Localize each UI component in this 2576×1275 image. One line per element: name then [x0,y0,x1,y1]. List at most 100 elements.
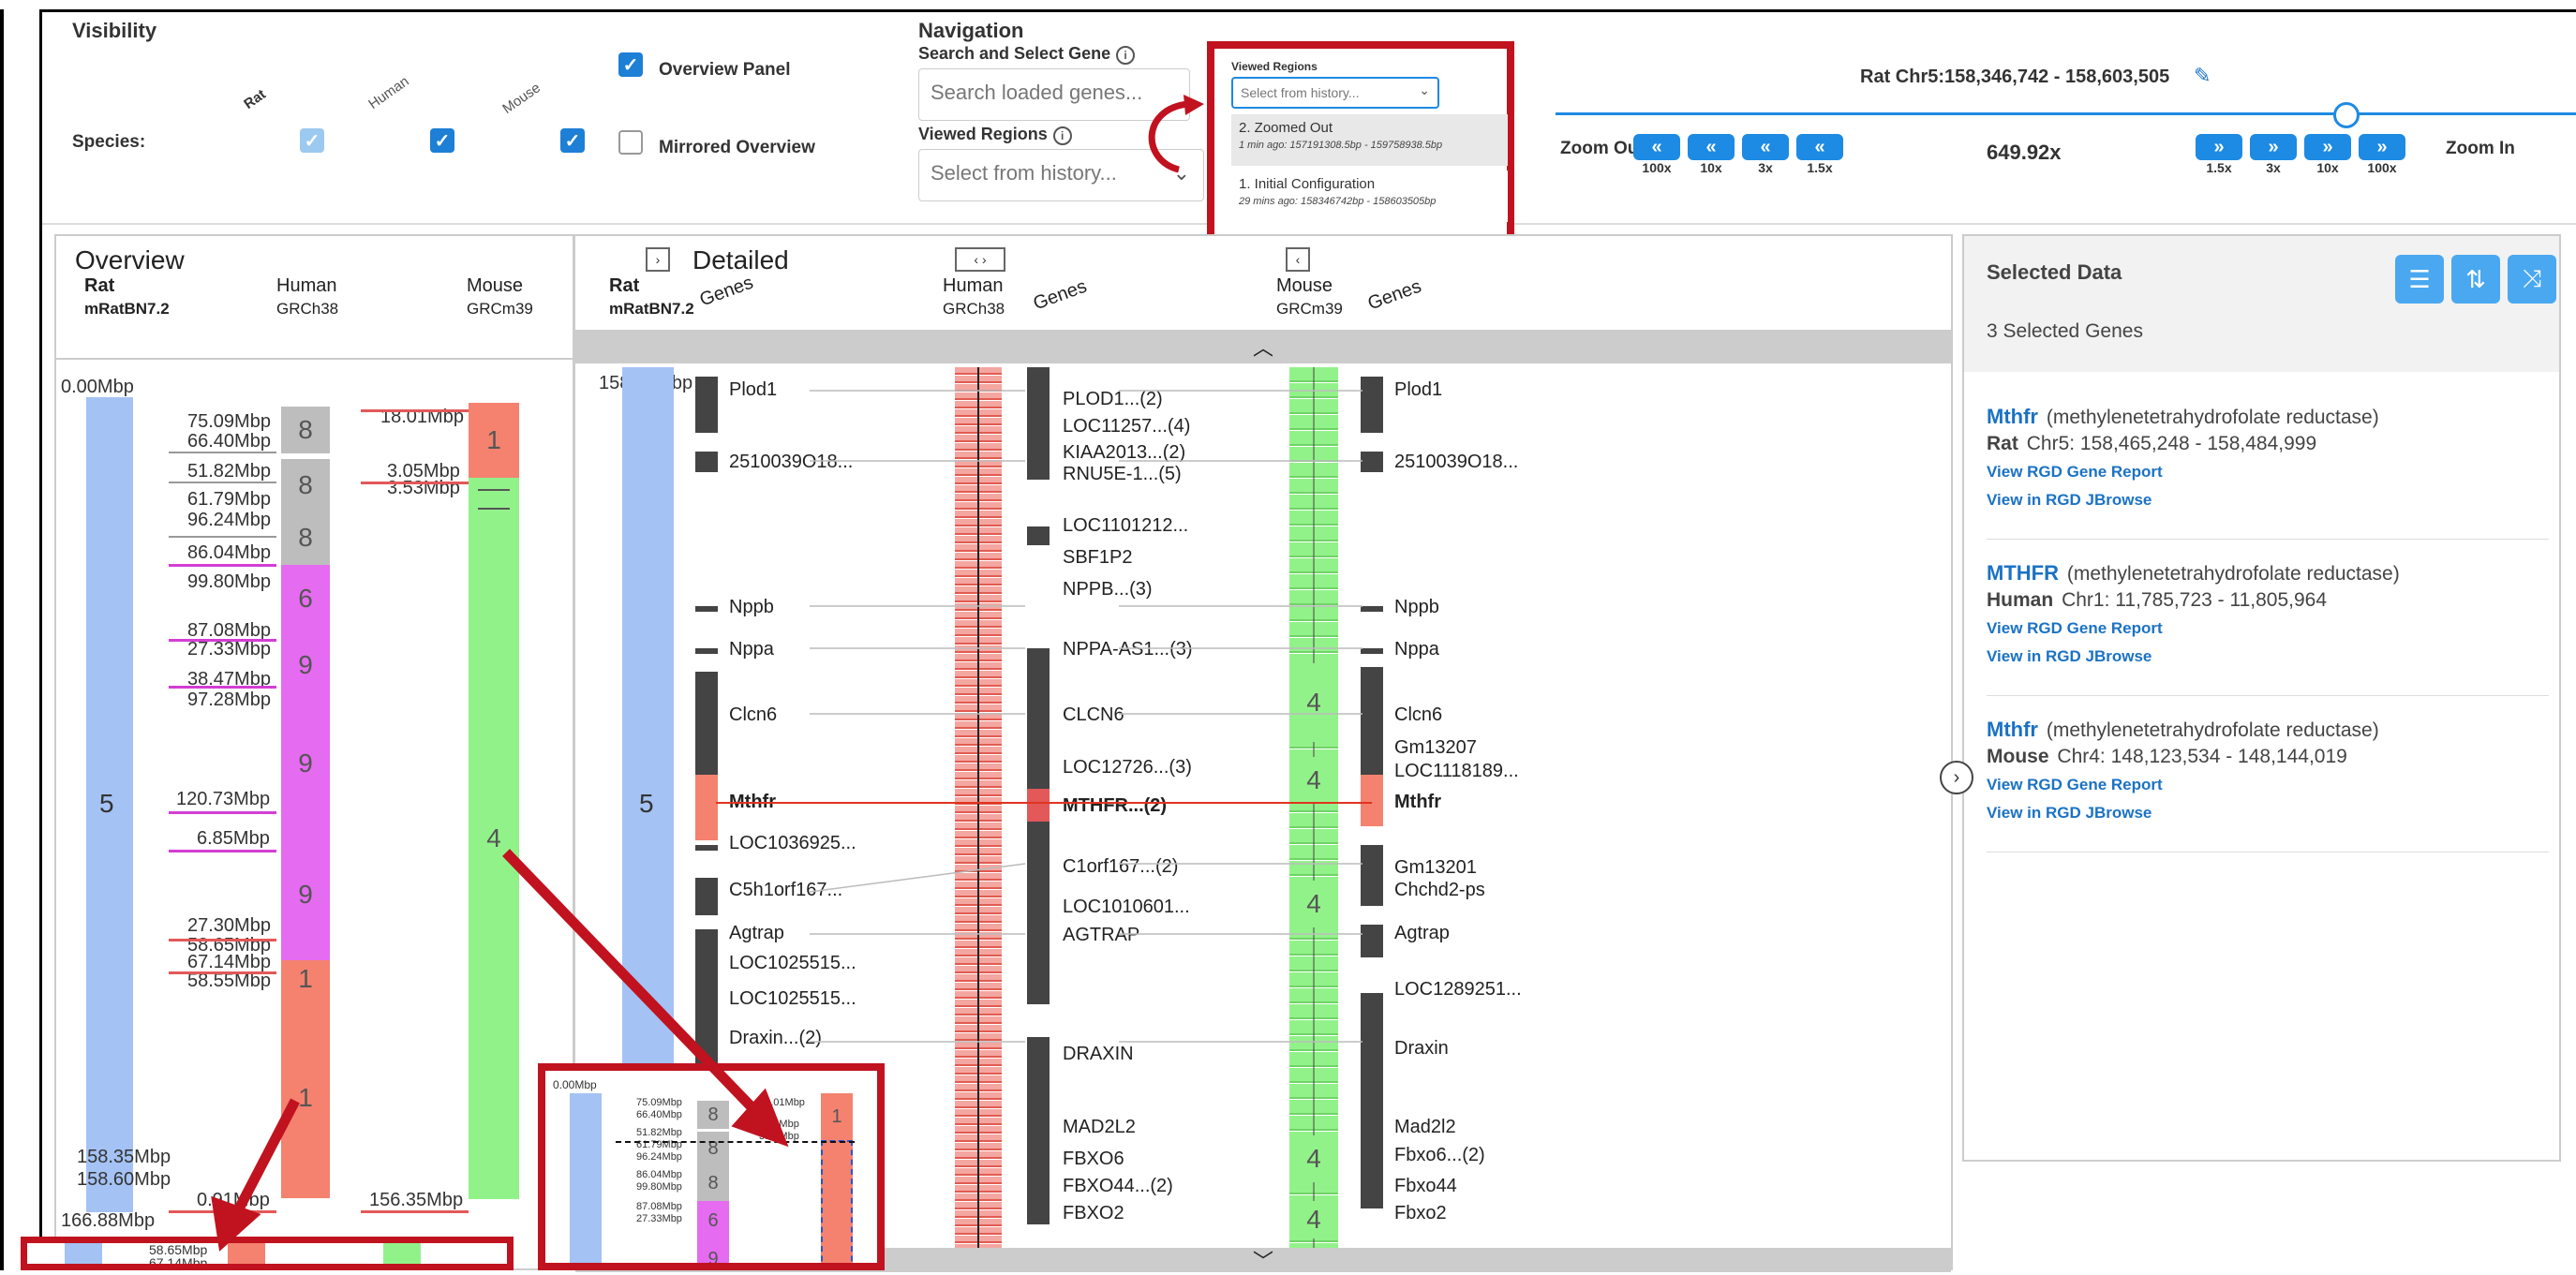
human-nav-arrows[interactable]: ‹ › [955,247,1005,272]
zoom-out-buttons: «100x «10x «3x «1.5x [1633,134,1843,175]
zoom-slider-track[interactable] [1556,112,2576,115]
rgd-jbrowse-link[interactable]: View in RGD JBrowse [1987,647,2549,666]
detailed-title: Detailed [692,245,789,274]
rgd-gene-report-link[interactable]: View RGD Gene Report [1987,776,2549,794]
human-genes-header: Genes [1030,275,1090,315]
mouse-gene-label[interactable]: Nppb [1394,597,1439,618]
rat-gene-bar[interactable] [695,648,718,654]
inset-rat-chromosome [570,1093,602,1263]
human-chr-segment[interactable]: 9 [281,632,330,698]
inset-human-segment: 6 [697,1201,729,1240]
mirrored-overview-checkbox[interactable] [618,130,643,155]
mouse-gene-label[interactable]: Nppa [1394,639,1439,660]
selected-gene-name[interactable]: MTHFR [1987,561,2059,585]
human-mbp-label: 27.30Mbp [187,915,271,936]
rat-gene-bar[interactable] [695,452,718,472]
mouse-gene-label[interactable]: Agtrap [1394,923,1450,944]
expand-overview-button[interactable]: › [646,247,670,272]
mouse-gene-label-mthfr[interactable]: Mthfr [1394,792,1441,813]
human-chr-segment[interactable]: 6 [281,565,330,632]
human-chr-segment[interactable]: 8 [281,407,330,453]
mouse-gene-label[interactable]: Mad2l2 [1394,1117,1456,1138]
region-label: Rat Chr5:158,346,742 - 158,603,505 [1860,67,2170,87]
mouse-gene-label[interactable]: Plod1 [1394,379,1442,401]
inset-human-segment: 8 [697,1132,729,1165]
search-label: Search and Select Gene i [918,44,1136,65]
mouse-gene-label[interactable]: LOC1118189... [1394,761,1519,782]
overview-rat-name: Rat [84,275,115,296]
human-chr-segment[interactable]: 9 [281,829,330,960]
zoom-out-10x-button[interactable]: « [1688,134,1735,160]
mouse-gene-label[interactable]: Fbxo44 [1394,1176,1457,1197]
rat-gene-bar-mthfr[interactable] [695,775,718,840]
rgd-jbrowse-link[interactable]: View in RGD JBrowse [1987,804,2549,823]
rat-gene-bar[interactable] [695,377,718,433]
mouse-gene-label[interactable]: Fbxo2 [1394,1203,1447,1224]
rat-gene-bar[interactable] [695,878,718,915]
inset-mouse-labels: 18.01Mbp 3.05Mbp 3.53Mbp [759,1097,805,1142]
human-mbp-label: 96.24Mbp [187,510,271,530]
zoom-out-100x-button[interactable]: « [1633,134,1680,160]
history-item-2[interactable]: 1. Initial Configuration 29 mins ago: 15… [1231,170,1508,222]
human-chr-segment[interactable]: 1 [281,998,330,1198]
mouse-nav-arrow[interactable]: ‹ [1286,247,1310,272]
rgd-jbrowse-link[interactable]: View in RGD JBrowse [1987,491,2549,510]
selected-gene-name[interactable]: Mthfr [1987,405,2038,428]
edit-pencil-icon[interactable]: ✎ [2194,64,2211,88]
popup-label: Viewed Regions [1231,60,1318,73]
rat-end2-label: 158.60Mbp [77,1169,171,1190]
rgd-gene-report-link[interactable]: View RGD Gene Report [1987,463,2549,482]
rat-gene-bar[interactable] [695,845,718,851]
selected-gene-species: Mouse [1987,746,2049,767]
human-chr-segment[interactable]: 8 [281,459,330,511]
rat-gene-bar[interactable] [695,672,718,775]
mouse-chr-4-segment[interactable]: 4 [469,478,519,1199]
zoom-level: 649.92x [1987,141,2062,164]
mouse-gene-label[interactable]: Gm13201 [1394,857,1477,879]
overview-panel-checkbox[interactable]: ✓ [618,52,643,77]
selected-gene-name[interactable]: Mthfr [1987,718,2038,741]
rat-checkbox[interactable]: ✓ [300,128,324,153]
mouse-gene-label[interactable]: LOC1289251... [1394,979,1522,1001]
mouse-gene-label[interactable]: 2510039O18... [1394,452,1518,473]
rat-gene-bar[interactable] [695,929,718,1004]
clear-selection-icon[interactable]: ⤨ [2508,255,2556,304]
human-checkbox[interactable]: ✓ [430,128,454,153]
rat-gene-bar[interactable] [695,606,718,612]
mouse-checkbox[interactable]: ✓ [560,128,585,153]
scroll-up-button[interactable]: ︿ [575,330,1951,363]
rgd-gene-report-link[interactable]: View RGD Gene Report [1987,619,2549,638]
selected-gene-location: Chr4: 148,123,534 - 148,144,019 [2057,746,2347,767]
frame-left-border [0,9,4,1270]
detailed-human-assembly: GRCh38 [943,300,1005,318]
detailed-rat-name: Rat [609,275,640,296]
species-col-rat: Rat [241,86,269,112]
zoom-in-1.5x-button[interactable]: » [2196,134,2242,160]
mouse-gene-label[interactable]: Fbxo6...(2) [1394,1145,1485,1166]
history-item-1[interactable]: 2. Zoomed Out 1 min ago: 157191308.5bp -… [1231,114,1508,166]
mouse-genes-header: Genes [1364,275,1424,315]
inset-overview-highlight: 0.00Mbp 8 8 8 6 9 75.09Mbp 66.40Mbp 51.82… [538,1063,885,1270]
detailed-rat-chromosome[interactable] [622,367,674,1117]
popup-select[interactable]: Select from history... ⌄ [1231,77,1439,109]
mouse-gene-label[interactable]: Gm13207 [1394,737,1477,759]
zoom-in-3x-button[interactable]: » [2250,134,2297,160]
list-icon[interactable]: ☰ [2395,255,2444,304]
human-chr-segment[interactable]: 8 [281,511,330,565]
overview-human-name: Human [276,275,337,296]
zoom-out-3x-button[interactable]: « [1742,134,1789,160]
tick-line [169,971,276,974]
mouse-chr-1-segment[interactable]: 1 [469,403,519,478]
zoom-in-100x-button[interactable]: » [2359,134,2405,160]
mouse-gene-label[interactable]: Draxin [1394,1038,1449,1060]
toggle-selected-panel-button[interactable]: › [1940,761,1973,794]
zoom-slider-handle[interactable] [2333,102,2360,128]
sort-icon[interactable]: ⇅ [2451,255,2500,304]
human-chr-segment[interactable]: 9 [281,698,330,829]
zoom-out-3x-label: 3x [1758,160,1773,175]
zoom-in-10x-button[interactable]: » [2304,134,2351,160]
zoom-out-1.5x-button[interactable]: « [1796,134,1843,160]
human-chr-segment[interactable]: 1 [281,960,330,998]
mouse-gene-label[interactable]: Chchd2-ps [1394,880,1485,901]
mouse-gene-label[interactable]: Clcn6 [1394,704,1442,726]
